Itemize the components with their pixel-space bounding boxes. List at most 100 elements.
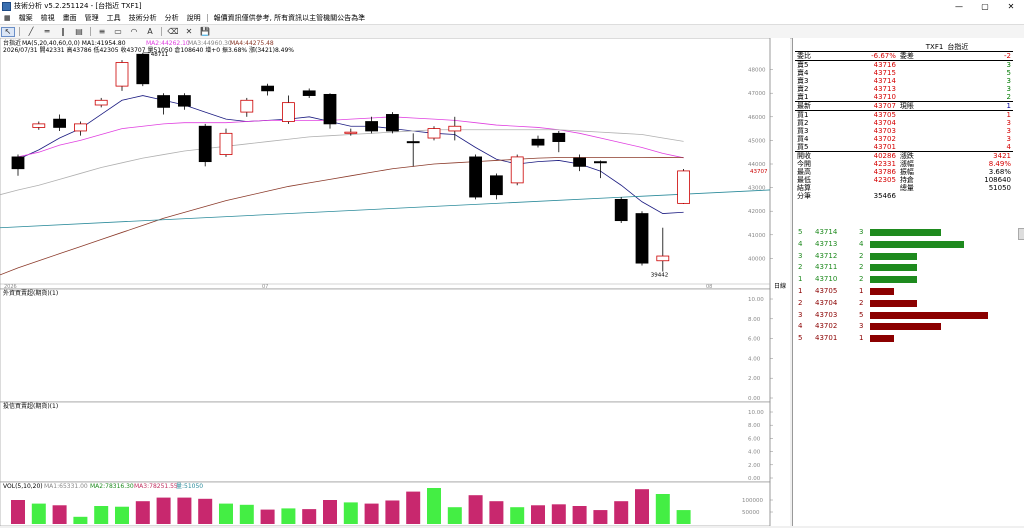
- quote-value: 43707: [873, 102, 896, 110]
- orderbook-level: 4: [798, 239, 803, 248]
- volume-bar: [385, 500, 400, 524]
- title-bar: 技術分析 v5.2.251124 - [台指近 TXF1] — ▢ ✕: [0, 0, 1024, 12]
- candle-body-down: [552, 132, 566, 142]
- quote-label2: [898, 192, 945, 200]
- menu-analysis[interactable]: 分析: [161, 13, 183, 23]
- candle-body-down: [469, 156, 483, 198]
- menu-tools[interactable]: 工具: [103, 13, 125, 23]
- close-button[interactable]: ✕: [998, 0, 1024, 12]
- line-tool-icon[interactable]: ╱: [24, 27, 38, 37]
- window-title: 技術分析 v5.2.251124 - [台指近 TXF1]: [14, 2, 142, 10]
- volume-bar: [572, 506, 587, 524]
- volume-bar: [489, 501, 504, 524]
- arc-tool-icon[interactable]: ◠: [127, 27, 141, 37]
- chart-svg[interactable]: 台指近 MA(5,20,40,60,0,0) MA1:41954.80 MA2:44…: [0, 37, 790, 527]
- orderbook-volume-bar: [870, 229, 941, 236]
- quote-label2: [898, 77, 945, 85]
- volume-bar: [260, 509, 275, 524]
- volume-tick-label: 100000: [742, 498, 763, 504]
- minimize-button[interactable]: —: [946, 0, 972, 12]
- quote-value2: 3: [1006, 119, 1011, 127]
- panel3-tick-label: 8.00: [748, 423, 761, 429]
- menu-manage[interactable]: 管理: [81, 13, 103, 23]
- orderbook-buy-row: 3 43703 5: [795, 311, 1013, 320]
- volume-bar: [94, 506, 109, 524]
- volume-bar: [198, 498, 213, 524]
- quote-label: 委比: [797, 52, 811, 60]
- quote-value2: 3: [1006, 135, 1011, 143]
- quote-value: 43713: [873, 85, 896, 93]
- save-icon[interactable]: 💾: [198, 27, 212, 37]
- orderbook-price: 43712: [815, 251, 838, 260]
- orderbook-volume-bar: [870, 288, 894, 295]
- orderbook-level: 1: [798, 287, 803, 295]
- date-tick-label: 07: [262, 284, 268, 290]
- channel-tool-icon[interactable]: ▤: [72, 27, 86, 37]
- candle-body-up: [427, 128, 441, 139]
- candle-body-down: [198, 125, 212, 163]
- candle-body-down: [531, 138, 545, 146]
- panel-scrollbar[interactable]: [1018, 228, 1024, 240]
- candle-body-down: [261, 85, 275, 92]
- quote-table: TXF1 台指近 委比 -6.67% 委差 -2 賣5 43716 3 賣4 43715 5 賣3 4…: [795, 43, 1013, 200]
- quote-value2: 1: [1006, 102, 1011, 110]
- quote-row: 委比 -6.67% 委差 -2: [795, 52, 1013, 61]
- volume-bar: [343, 502, 358, 524]
- orderbook-qty: 3: [859, 228, 864, 236]
- fib-tool-icon[interactable]: ≡: [95, 27, 109, 37]
- panel2-tick-label: 8.00: [748, 317, 761, 323]
- orderbook-price: 43703: [815, 310, 838, 319]
- quote-row: 開收 40286 漲跌 3421: [795, 152, 1013, 161]
- quote-label: 最高: [797, 168, 811, 176]
- candle-body-down: [11, 156, 25, 170]
- vline-tool-icon[interactable]: ‖: [56, 27, 70, 37]
- hline-tool-icon[interactable]: ═: [40, 27, 54, 37]
- volume-bar: [427, 488, 441, 524]
- quote-value2: 3: [1006, 85, 1011, 93]
- ma-info: MA(5,20,40,60,0,0) MA1:41954.80: [22, 40, 126, 47]
- rect-tool-icon[interactable]: ▭: [111, 27, 125, 37]
- price-tick-label: 44000: [748, 162, 766, 168]
- quote-label: 最新: [797, 102, 811, 110]
- candle-body-down: [365, 121, 379, 132]
- menu-view[interactable]: 檢視: [37, 13, 59, 23]
- chart-area[interactable]: 台指近 MA(5,20,40,60,0,0) MA1:41954.80 MA2:44…: [0, 37, 790, 527]
- pointer-icon[interactable]: ↖: [1, 26, 15, 37]
- quote-label: 買5: [797, 143, 809, 151]
- quote-value: [835, 184, 898, 192]
- eraser-icon[interactable]: ⌫: [166, 27, 180, 37]
- panel3-tick-label: 6.00: [748, 436, 761, 442]
- volume-bar: [302, 509, 317, 524]
- candle-body-up: [448, 125, 462, 132]
- menu-screen[interactable]: 畫面: [59, 13, 81, 23]
- quote-label: 賣3: [797, 77, 809, 85]
- volume-bar: [447, 507, 462, 524]
- menu-file[interactable]: 檔案: [15, 13, 37, 23]
- volume-ma2-label: MA2:78316.30: [90, 483, 134, 490]
- panel3-tick-label: 10.00: [748, 410, 764, 416]
- panel2-tick-label: 10.00: [748, 297, 764, 303]
- delete-icon[interactable]: ✕: [182, 27, 196, 37]
- maximize-button[interactable]: ▢: [972, 0, 998, 12]
- quote-row: 最低 42305 持倉 108640: [795, 176, 1013, 184]
- quote-value2: 3: [1006, 127, 1011, 135]
- date-tick-label: 08: [706, 284, 712, 290]
- volume-ma3-label: MA3:78251.55: [134, 483, 178, 490]
- text-tool-icon[interactable]: A: [143, 27, 157, 37]
- candle-body-up: [281, 102, 295, 122]
- quote-value2: -2: [1004, 52, 1011, 60]
- orderbook-qty: 1: [859, 287, 864, 295]
- quote-row: 買5 43701 4: [795, 143, 1013, 152]
- volume-bar: [156, 497, 171, 524]
- quote-label: 賣4: [797, 69, 809, 77]
- quote-value2: 4: [1006, 143, 1011, 151]
- menu-help[interactable]: 說明: [183, 13, 205, 23]
- price-tick-label: 41000: [748, 233, 766, 239]
- volume-bar: [281, 508, 296, 524]
- price-tick-label: 46000: [748, 115, 766, 121]
- panel3-tick-label: 2.00: [748, 463, 761, 469]
- orderbook-sell-row: 3 43712 2: [795, 252, 1013, 261]
- quote-label2: 委差: [899, 52, 914, 60]
- menu-technical[interactable]: 技術分析: [125, 13, 161, 23]
- quote-label2: 振幅: [899, 168, 914, 176]
